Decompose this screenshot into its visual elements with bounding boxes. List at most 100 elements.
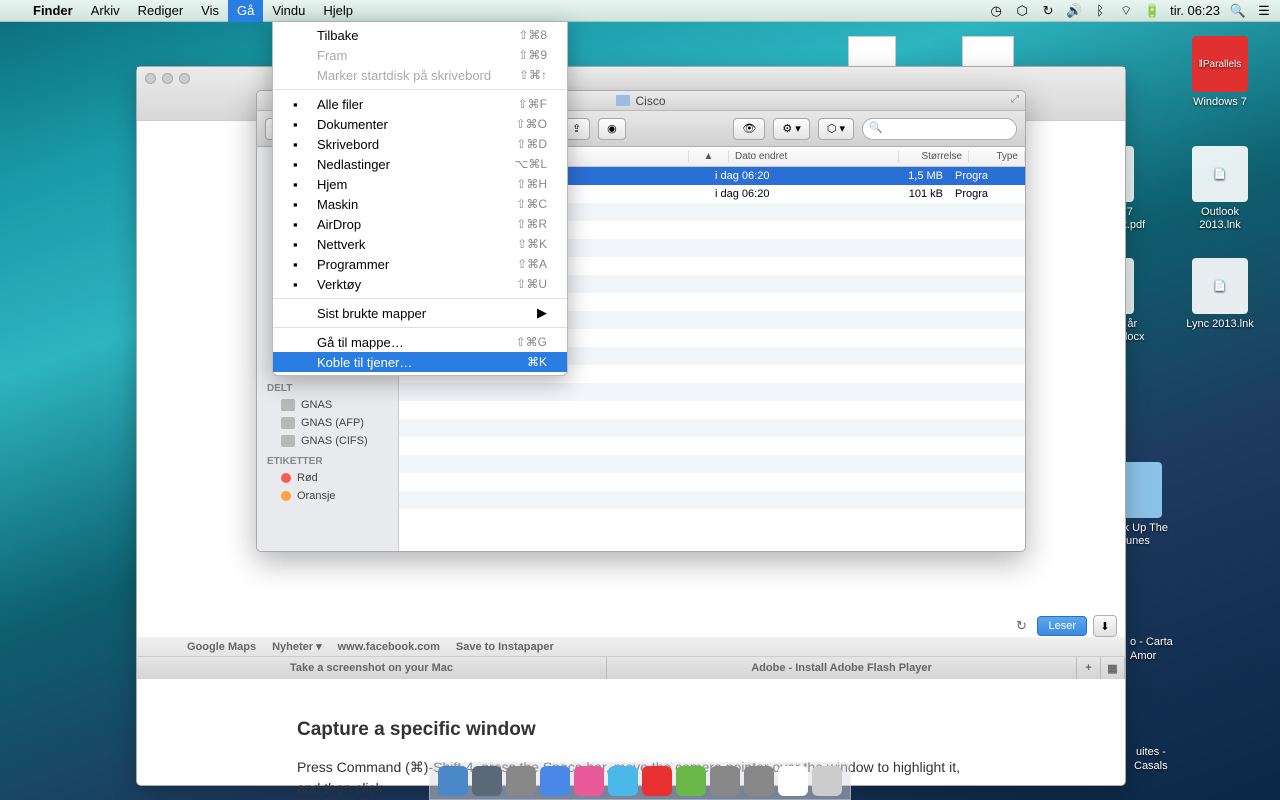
bookmark-item[interactable]: Save to Instapaper xyxy=(456,641,554,653)
dock-app-icon[interactable] xyxy=(778,766,808,796)
quicklook-button[interactable]: 👁 xyxy=(733,118,765,140)
dock-app-icon[interactable] xyxy=(574,766,604,796)
desktop-icon: ▪ xyxy=(293,137,311,152)
sidebar-shared-item[interactable]: GNAS (CIFS) xyxy=(257,432,398,450)
dropbox-icon[interactable]: ⬡ xyxy=(1014,3,1030,19)
shortcut: ⇧⌘R xyxy=(516,217,547,231)
dock-app-icon[interactable] xyxy=(472,766,502,796)
file-icon: 📄 xyxy=(1192,146,1248,202)
desktop-icon[interactable]: ‖ParallelsWindows 7 xyxy=(1180,36,1260,109)
fullscreen-icon[interactable]: ⤢ xyxy=(1011,94,1019,105)
dock-app-icon[interactable] xyxy=(540,766,570,796)
downloads-button[interactable]: ⬇ xyxy=(1093,615,1117,637)
volume-icon[interactable]: 🔊 xyxy=(1066,3,1082,19)
apps-icon: ▪ xyxy=(293,257,311,272)
empty-row xyxy=(399,509,1025,527)
menu-item[interactable]: Tilbake⇧⌘8 xyxy=(273,25,567,45)
allfiles-icon: ▪ xyxy=(293,97,311,112)
col-size[interactable]: Størrelse xyxy=(899,151,969,162)
bookmark-item[interactable]: Google Maps xyxy=(187,641,256,653)
wifi-icon[interactable]: ⌔ xyxy=(1118,3,1134,19)
dropbox-button[interactable]: ⬡ ▾ xyxy=(818,118,854,140)
menu-item-label: Gå til mappe… xyxy=(317,335,516,350)
new-tab-button[interactable]: + xyxy=(1077,657,1101,679)
sidebar-tag-item[interactable]: Rød xyxy=(257,469,398,487)
bookmark-item[interactable]: www.facebook.com xyxy=(338,641,440,653)
shortcut: ⇧⌘G xyxy=(516,335,547,349)
menu-arkiv[interactable]: Arkiv xyxy=(82,0,129,22)
reload-icon[interactable]: ↻ xyxy=(1011,616,1031,636)
menu-item[interactable]: ▪Alle filer⇧⌘F xyxy=(273,94,567,114)
folder-icon xyxy=(616,95,630,106)
menu-item[interactable]: Koble til tjener…⌘K xyxy=(273,352,567,372)
submenu-arrow-icon: ▶ xyxy=(537,305,547,321)
menu-item-label: Alle filer xyxy=(317,97,518,112)
shortcut: ⇧⌘D xyxy=(516,137,547,151)
tag-color-icon xyxy=(281,491,291,501)
timemachine-icon[interactable]: ↻ xyxy=(1040,3,1056,19)
bluetooth-icon[interactable]: ᛒ xyxy=(1092,3,1108,19)
menu-item-label: Fram xyxy=(317,48,518,63)
dock-app-icon[interactable] xyxy=(812,766,842,796)
menu-item[interactable]: ▪Maskin⇧⌘C xyxy=(273,194,567,214)
menu-item[interactable]: ▪AirDrop⇧⌘R xyxy=(273,214,567,234)
spotlight-icon[interactable]: 🔍 xyxy=(1230,3,1246,19)
menu-item-label: Tilbake xyxy=(317,28,518,43)
dock-app-icon[interactable] xyxy=(642,766,672,796)
reader-button[interactable]: Leser xyxy=(1037,616,1087,636)
menu-item[interactable]: ▪Verktøy⇧⌘U xyxy=(273,274,567,294)
window-title: Cisco xyxy=(635,94,665,108)
desktop-icon[interactable]: 📄Outlook 2013.lnk xyxy=(1180,146,1260,232)
menu-item[interactable]: ▪Nettverk⇧⌘K xyxy=(273,234,567,254)
traffic-lights[interactable] xyxy=(145,73,190,84)
menu-item[interactable]: ▪Nedlastinger⌥⌘L xyxy=(273,154,567,174)
desktop-icon[interactable]: 📄Lync 2013.lnk xyxy=(1180,258,1260,331)
sidebar-shared-item[interactable]: GNAS xyxy=(257,396,398,414)
menu-item[interactable]: ▪Programmer⇧⌘A xyxy=(273,254,567,274)
action-button[interactable]: ⚙ ▾ xyxy=(773,118,809,140)
bookmark-item[interactable]: Nyheter ▾ xyxy=(272,640,322,653)
safari-tab[interactable]: Take a screenshot on your Mac xyxy=(137,657,607,679)
menu-item-label: Dokumenter xyxy=(317,117,516,132)
sidebar-tag-item[interactable]: Oransje xyxy=(257,487,398,505)
menu-item[interactable]: Gå til mappe…⇧⌘G xyxy=(273,332,567,352)
downloads-icon: ▪ xyxy=(293,157,311,172)
menu-rediger[interactable]: Rediger xyxy=(129,0,193,22)
dock-app-icon[interactable] xyxy=(506,766,536,796)
dock-app-icon[interactable] xyxy=(710,766,740,796)
menu-hjelp[interactable]: Hjelp xyxy=(314,0,362,22)
status-icon[interactable]: ◷ xyxy=(988,3,1004,19)
clock[interactable]: tir. 06:23 xyxy=(1170,3,1220,18)
dock-app-icon[interactable] xyxy=(744,766,774,796)
dock-app-icon[interactable] xyxy=(676,766,706,796)
sidebar-shared-item[interactable]: GNAS (AFP) xyxy=(257,414,398,432)
dock-app-icon[interactable] xyxy=(608,766,638,796)
safari-tab[interactable]: Adobe - Install Adobe Flash Player xyxy=(607,657,1077,679)
computer-icon xyxy=(281,399,295,411)
menu-item[interactable]: ▪Skrivebord⇧⌘D xyxy=(273,134,567,154)
icon-label: Windows 7 xyxy=(1180,96,1260,109)
shortcut: ⇧⌘A xyxy=(517,257,547,271)
col-type[interactable]: Type xyxy=(969,151,1025,162)
desktop-label-fragment: Amor xyxy=(1130,650,1156,662)
dock-app-icon[interactable] xyxy=(438,766,468,796)
col-date[interactable]: Dato endret xyxy=(729,151,899,162)
tags-button[interactable]: ◉ xyxy=(598,118,626,140)
battery-icon[interactable]: 🔋 xyxy=(1144,3,1160,19)
menu-item[interactable]: ▪Hjem⇧⌘H xyxy=(273,174,567,194)
menu-app[interactable]: Finder xyxy=(24,0,82,22)
menu-vindu[interactable]: Vindu xyxy=(263,0,314,22)
menu-item: Marker startdisk på skrivebord⇧⌘↑ xyxy=(273,65,567,85)
menu-item[interactable]: Sist brukte mapper▶ xyxy=(273,303,567,323)
safari-bookmarks-bar: Google Maps Nyheter ▾ www.facebook.com S… xyxy=(137,637,1125,657)
menu-ga[interactable]: Gå xyxy=(228,0,263,22)
col-sort-indicator[interactable]: ▲ xyxy=(689,151,729,162)
icon-label: Lync 2013.lnk xyxy=(1180,318,1260,331)
notification-icon[interactable]: ☰ xyxy=(1256,3,1272,19)
menu-item[interactable]: ▪Dokumenter⇧⌘O xyxy=(273,114,567,134)
tab-overview-button[interactable]: ▦ xyxy=(1101,657,1125,679)
network-icon: ▪ xyxy=(293,237,311,252)
search-field[interactable] xyxy=(862,118,1017,140)
empty-row xyxy=(399,455,1025,473)
menu-vis[interactable]: Vis xyxy=(192,0,228,22)
